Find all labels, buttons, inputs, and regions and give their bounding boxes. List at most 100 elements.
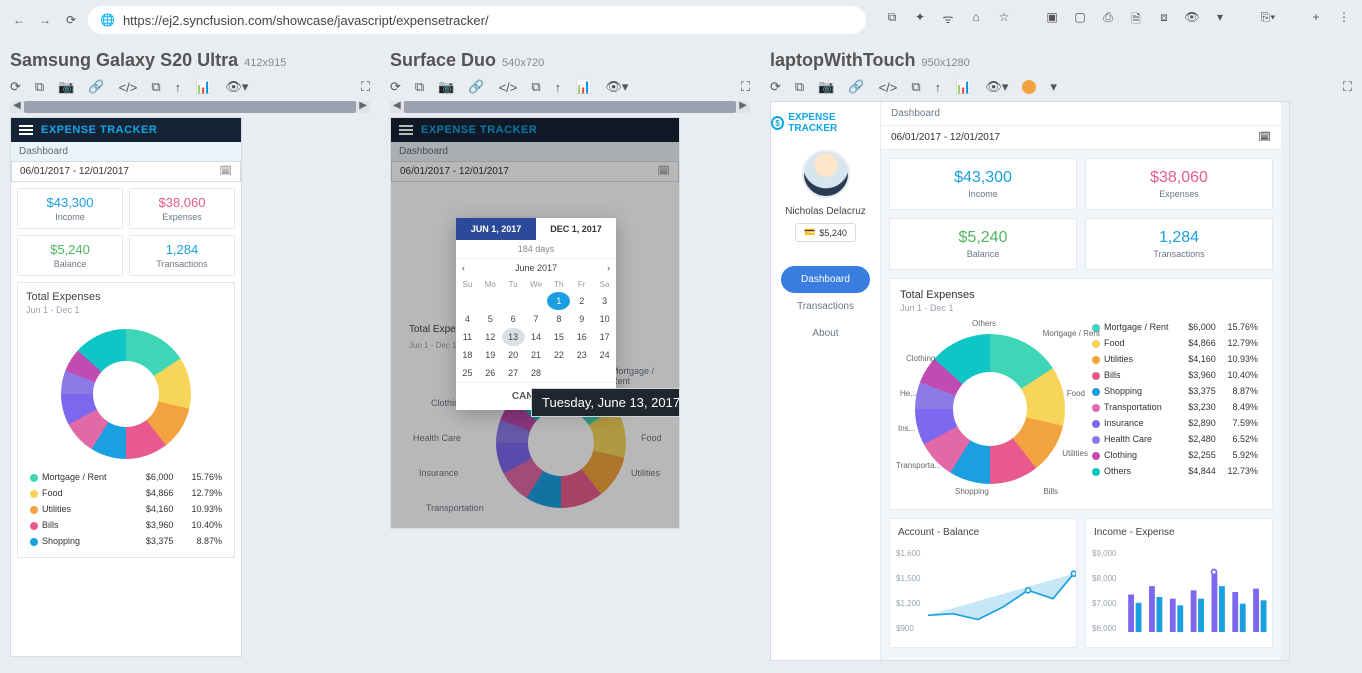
reload-icon[interactable]: ⟳	[390, 79, 401, 95]
calendar-day[interactable]: 20	[502, 346, 525, 364]
horizontal-scrollbar[interactable]: ◀▶	[10, 101, 370, 113]
expand-icon[interactable]: ⛶	[741, 79, 750, 95]
calendar-day[interactable]: 24	[593, 346, 616, 364]
up-icon[interactable]: ↑	[935, 80, 942, 95]
calendar-day[interactable]: 23	[570, 346, 593, 364]
calendar-day[interactable]: 19	[479, 346, 502, 364]
eye-off-icon[interactable]: 👁▾	[225, 79, 248, 95]
end-date-tab[interactable]: DEC 1, 2017	[536, 218, 616, 240]
chart-icon[interactable]: 📊	[955, 79, 971, 95]
code-icon[interactable]: </>	[119, 80, 138, 95]
menu-icon[interactable]: ⋮	[1336, 10, 1352, 31]
copy-icon[interactable]: ⎘▾	[1260, 10, 1276, 31]
chart-icon[interactable]: 📊	[575, 79, 591, 95]
calendar-day[interactable]: 17	[593, 328, 616, 346]
calendar-day[interactable]: 7	[525, 310, 548, 328]
calendar-day[interactable]: 13	[502, 328, 525, 346]
eye-off-icon[interactable]: 👁	[1184, 10, 1200, 31]
date-range-input[interactable]: 06/01/2017 - 12/01/2017 🗓	[11, 161, 241, 182]
ext-icon[interactable]: ⧉	[884, 10, 900, 31]
add-icon[interactable]: +	[1308, 10, 1324, 31]
eye-off-icon[interactable]: 👁▾	[605, 79, 628, 95]
copy-icon[interactable]: ⧉	[531, 79, 540, 95]
camera-icon[interactable]: 📷	[438, 79, 454, 95]
calendar-day[interactable]: 26	[479, 364, 502, 382]
date-range-input[interactable]: 06/01/2017 - 12/01/2017 🗓	[881, 126, 1281, 150]
start-date-tab[interactable]: JUN 1, 2017	[456, 218, 536, 240]
calendar-day[interactable]: 15	[547, 328, 570, 346]
up-icon[interactable]: ↑	[555, 80, 562, 95]
link-icon[interactable]: 🔗	[468, 79, 484, 95]
address-bar[interactable]: 🌐 https://ej2.syncfusion.com/showcase/ja…	[88, 6, 866, 34]
calendar-day[interactable]: 1	[547, 292, 570, 310]
page-title: Dashboard	[881, 102, 1281, 126]
expand-icon[interactable]: ⛶	[361, 79, 370, 95]
next-month-icon[interactable]: ›	[607, 263, 610, 273]
calendar-day[interactable]: 11	[456, 328, 479, 346]
nav-transactions[interactable]: Transactions	[771, 293, 880, 320]
copy-icon[interactable]: ⧉	[911, 79, 920, 95]
screenshot-icon[interactable]: ⧉	[795, 79, 804, 95]
calendar-day[interactable]: 12	[479, 328, 502, 346]
calendar-day[interactable]: 5	[479, 310, 502, 328]
camera-icon[interactable]: 📷	[818, 79, 834, 95]
wifi-icon[interactable]: ᯤ	[940, 10, 956, 31]
chevron-down-icon[interactable]: ▾	[1050, 79, 1057, 95]
calendar-day[interactable]: 14	[525, 328, 548, 346]
reload-icon[interactable]: ⟳	[10, 79, 21, 95]
horizontal-scrollbar[interactable]: ◀▶	[390, 101, 750, 113]
back-button[interactable]: ←	[10, 13, 28, 27]
reload-icon[interactable]: ⟳	[770, 79, 781, 95]
code-icon[interactable]: </>	[879, 80, 898, 95]
calendar-day[interactable]: 22	[547, 346, 570, 364]
calendar-day[interactable]: 21	[525, 346, 548, 364]
camera-icon[interactable]: ⎙	[1100, 10, 1116, 31]
star-icon[interactable]: ☆	[996, 10, 1012, 31]
day-header: We	[525, 277, 548, 292]
home-icon[interactable]: ⌂	[968, 10, 984, 31]
copy-icon[interactable]: ⧉	[151, 79, 160, 95]
calendar-icon[interactable]: 🗓	[1258, 132, 1271, 143]
eye-off-icon[interactable]: 👁▾	[985, 79, 1008, 95]
nav-dashboard[interactable]: Dashboard	[781, 266, 870, 293]
up-icon[interactable]: ↑	[175, 80, 182, 95]
prev-month-icon[interactable]: ‹	[462, 263, 465, 273]
calendar-day[interactable]: 9	[570, 310, 593, 328]
month-label[interactable]: June 2017	[515, 263, 557, 273]
calendar-day[interactable]: 28	[525, 364, 548, 382]
reload-button[interactable]: ⟳	[62, 13, 80, 27]
calendar-day[interactable]: 16	[570, 328, 593, 346]
vertical-scrollbar[interactable]	[1281, 102, 1289, 660]
calendar-day[interactable]: 2	[570, 292, 593, 310]
calendar-day[interactable]: 10	[593, 310, 616, 328]
camera-icon[interactable]: 📷	[58, 79, 74, 95]
calendar-day[interactable]: 27	[502, 364, 525, 382]
panel2-icon[interactable]: ▢	[1072, 10, 1088, 31]
date-tooltip: Tuesday, June 13, 2017	[531, 388, 680, 417]
calendar-day[interactable]: 6	[502, 310, 525, 328]
calendar-day[interactable]: 25	[456, 364, 479, 382]
expand-icon[interactable]: ⛶	[1343, 79, 1352, 95]
calendar-day[interactable]: 4	[456, 310, 479, 328]
forward-button[interactable]: →	[36, 13, 54, 27]
calendar-day[interactable]: 8	[547, 310, 570, 328]
layers-icon[interactable]: ⧈	[1156, 10, 1172, 31]
code-icon[interactable]: </>	[499, 80, 518, 95]
doc-icon[interactable]: 🗎	[1128, 10, 1144, 31]
link-icon[interactable]: 🔗	[848, 79, 864, 95]
avatar-icon[interactable]	[1022, 80, 1036, 94]
ext2-icon[interactable]: ✦	[912, 10, 928, 31]
chevron-down-icon[interactable]: ▾	[1212, 10, 1228, 31]
wallet-button[interactable]: 💳 $5,240	[795, 223, 856, 242]
chart-icon[interactable]: 📊	[195, 79, 211, 95]
calendar-day[interactable]: 18	[456, 346, 479, 364]
screenshot-icon[interactable]: ⧉	[35, 79, 44, 95]
link-icon[interactable]: 🔗	[88, 79, 104, 95]
calendar-icon[interactable]: 🗓	[219, 166, 232, 177]
menu-icon[interactable]	[19, 125, 33, 135]
income-expense-panel: Income - Expense $9,000 $8,000 $7,000 $6…	[1085, 518, 1273, 648]
calendar-day[interactable]: 3	[593, 292, 616, 310]
nav-about[interactable]: About	[771, 320, 880, 347]
panel1-icon[interactable]: ▣	[1044, 10, 1060, 31]
screenshot-icon[interactable]: ⧉	[415, 79, 424, 95]
